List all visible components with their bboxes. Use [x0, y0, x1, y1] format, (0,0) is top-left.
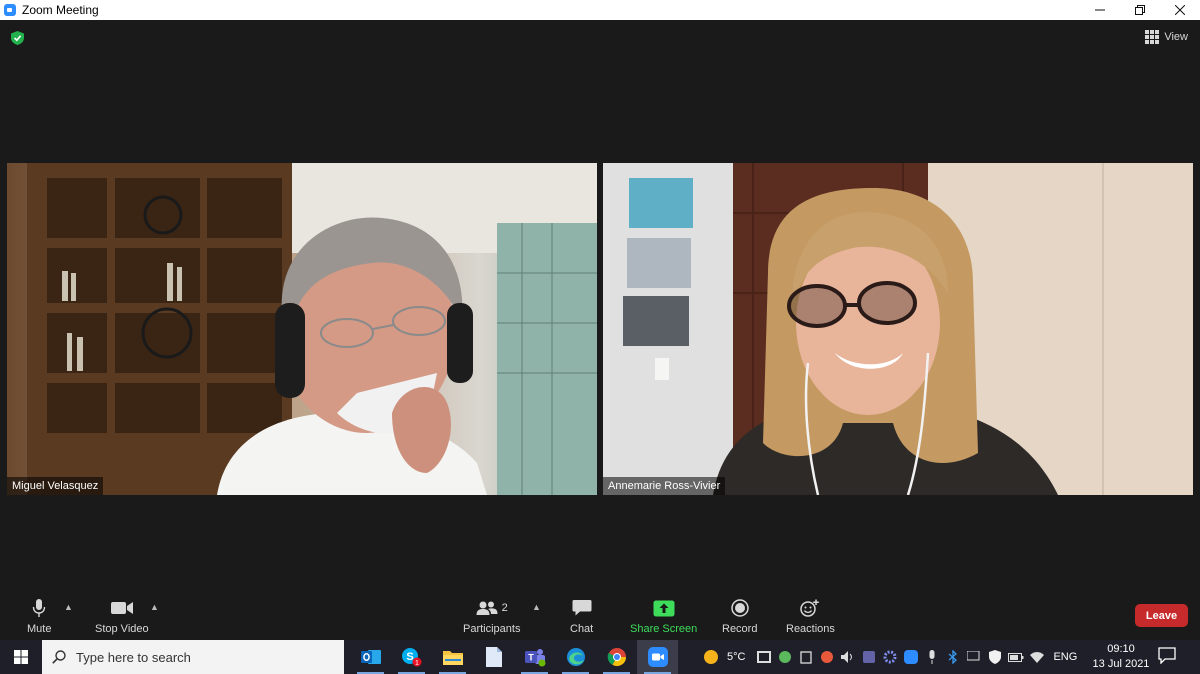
taskbar-search-box[interactable]: Type here to search: [42, 640, 344, 674]
microphone-icon: [33, 599, 46, 617]
taskbar-pinned-apps: S 1 T: [350, 640, 678, 674]
chat-icon: [572, 600, 592, 616]
start-button[interactable]: [0, 640, 42, 674]
meeting-toolbar: Mute ▲ Stop Video ▲ 2 Participants ▲ Cha…: [0, 595, 1200, 640]
search-icon: [52, 650, 66, 664]
clock-date: 13 Jul 2021: [1092, 658, 1150, 670]
record-icon: [730, 599, 749, 617]
record-button[interactable]: Record: [722, 597, 757, 635]
taskbar-app-teams[interactable]: T: [514, 640, 555, 674]
input-language[interactable]: ENG: [1053, 651, 1077, 663]
taskbar-app-file-explorer[interactable]: [432, 640, 473, 674]
grid-view-icon: [1145, 30, 1160, 44]
notification-center-button[interactable]: [1158, 647, 1176, 667]
participants-icon: [476, 601, 498, 615]
task-manager-tray-icon[interactable]: [753, 651, 774, 663]
teams-icon: T: [524, 649, 545, 667]
video-camera-icon: [110, 602, 133, 614]
settings-gear-tray-icon[interactable]: [879, 650, 900, 664]
share-screen-label: Share Screen: [630, 623, 698, 635]
window-title: Zoom Meeting: [22, 3, 99, 17]
taskbar-clock[interactable]: 09:10 13 Jul 2021: [1090, 642, 1152, 672]
taskbar-app-zoom[interactable]: [637, 640, 678, 674]
reactions-button[interactable]: Reactions: [786, 597, 835, 635]
taskbar-app-outlook[interactable]: [350, 640, 391, 674]
record-label: Record: [722, 623, 758, 635]
bluetooth-icon[interactable]: [942, 650, 963, 664]
cloud-sync-tray-icon[interactable]: [816, 650, 837, 664]
security-tray-icon[interactable]: [774, 650, 795, 664]
participants-label: Participants: [463, 623, 521, 635]
edge-icon: [566, 648, 585, 666]
title-bar: Zoom Meeting: [0, 0, 1200, 20]
taskbar-app-chrome[interactable]: [596, 640, 637, 674]
battery-icon[interactable]: [1005, 652, 1026, 662]
weather-sun-icon[interactable]: [700, 649, 721, 665]
outlook-icon: [360, 650, 381, 664]
zoom-tray-icon[interactable]: [900, 650, 921, 664]
windows-logo-icon: [14, 650, 28, 664]
taskbar-app-notepad[interactable]: [473, 640, 514, 674]
minimize-icon: [1095, 9, 1105, 11]
share-screen-button[interactable]: Share Screen: [630, 597, 697, 635]
antivirus-tray-icon[interactable]: [984, 650, 1005, 664]
zoom-app-icon: [4, 4, 16, 16]
file-explorer-icon: [442, 651, 463, 665]
windows-taskbar: Type here to search S 1 T 5°C ENG 09:10 …: [0, 640, 1200, 674]
chat-label: Chat: [570, 623, 594, 635]
chat-button[interactable]: Chat: [570, 597, 593, 635]
teams-tray-icon[interactable]: [858, 650, 879, 664]
network-share-tray-icon[interactable]: [963, 651, 984, 663]
participants-button[interactable]: 2 Participants: [463, 597, 520, 635]
zoom-icon: [647, 647, 668, 667]
volume-icon[interactable]: [837, 651, 858, 663]
audio-options-caret-icon[interactable]: ▲: [64, 602, 73, 612]
taskbar-app-edge[interactable]: [555, 640, 596, 674]
minimize-button[interactable]: [1080, 0, 1120, 20]
notepad-icon: [485, 647, 502, 667]
clock-time: 09:10: [1107, 643, 1135, 655]
participant-video: [603, 163, 1193, 495]
leave-button[interactable]: Leave: [1135, 604, 1188, 627]
chrome-icon: [607, 648, 626, 667]
weather-temperature[interactable]: 5°C: [727, 651, 745, 663]
video-tile-miguel[interactable]: Miguel Velasquez: [7, 163, 597, 495]
participants-options-caret-icon[interactable]: ▲: [532, 602, 541, 612]
mute-label: Mute: [27, 623, 52, 635]
reactions-label: Reactions: [786, 623, 835, 635]
participants-count: 2: [501, 602, 508, 614]
participant-video: [7, 163, 597, 495]
search-placeholder: Type here to search: [76, 649, 191, 665]
stop-video-label: Stop Video: [95, 623, 149, 635]
restore-icon: [1135, 5, 1145, 15]
system-tray: 5°C ENG: [700, 640, 1077, 674]
participant-name-label: Miguel Velasquez: [7, 477, 104, 495]
video-options-caret-icon[interactable]: ▲: [150, 602, 159, 612]
close-icon: [1175, 5, 1185, 15]
notification-icon: [1158, 647, 1176, 665]
svg-text:T: T: [528, 653, 534, 663]
video-tile-annemarie[interactable]: Annemarie Ross-Vivier: [603, 163, 1193, 495]
restore-button[interactable]: [1120, 0, 1160, 20]
view-button[interactable]: View: [1145, 30, 1188, 44]
device-tray-icon[interactable]: [795, 650, 816, 664]
share-screen-icon: [653, 600, 675, 616]
encryption-shield-icon[interactable]: [11, 31, 24, 45]
zoom-window: Zoom Meeting View Miguel Velasquez Annem…: [0, 0, 1200, 674]
svg-text:S: S: [406, 651, 413, 663]
microphone-tray-icon[interactable]: [921, 650, 942, 664]
skype-icon: S 1: [401, 648, 421, 667]
participant-name-label: Annemarie Ross-Vivier: [603, 477, 726, 495]
stop-video-button[interactable]: Stop Video: [95, 597, 149, 635]
wifi-icon[interactable]: [1026, 651, 1047, 663]
taskbar-app-skype[interactable]: S 1: [391, 640, 432, 674]
meeting-area: View Miguel Velasquez Annemarie Ross-Viv…: [0, 20, 1200, 595]
skype-badge: 1: [415, 660, 419, 667]
view-label: View: [1164, 31, 1188, 43]
close-button[interactable]: [1160, 0, 1200, 20]
reactions-smiley-icon: [800, 599, 820, 617]
mute-button[interactable]: Mute: [27, 597, 51, 635]
